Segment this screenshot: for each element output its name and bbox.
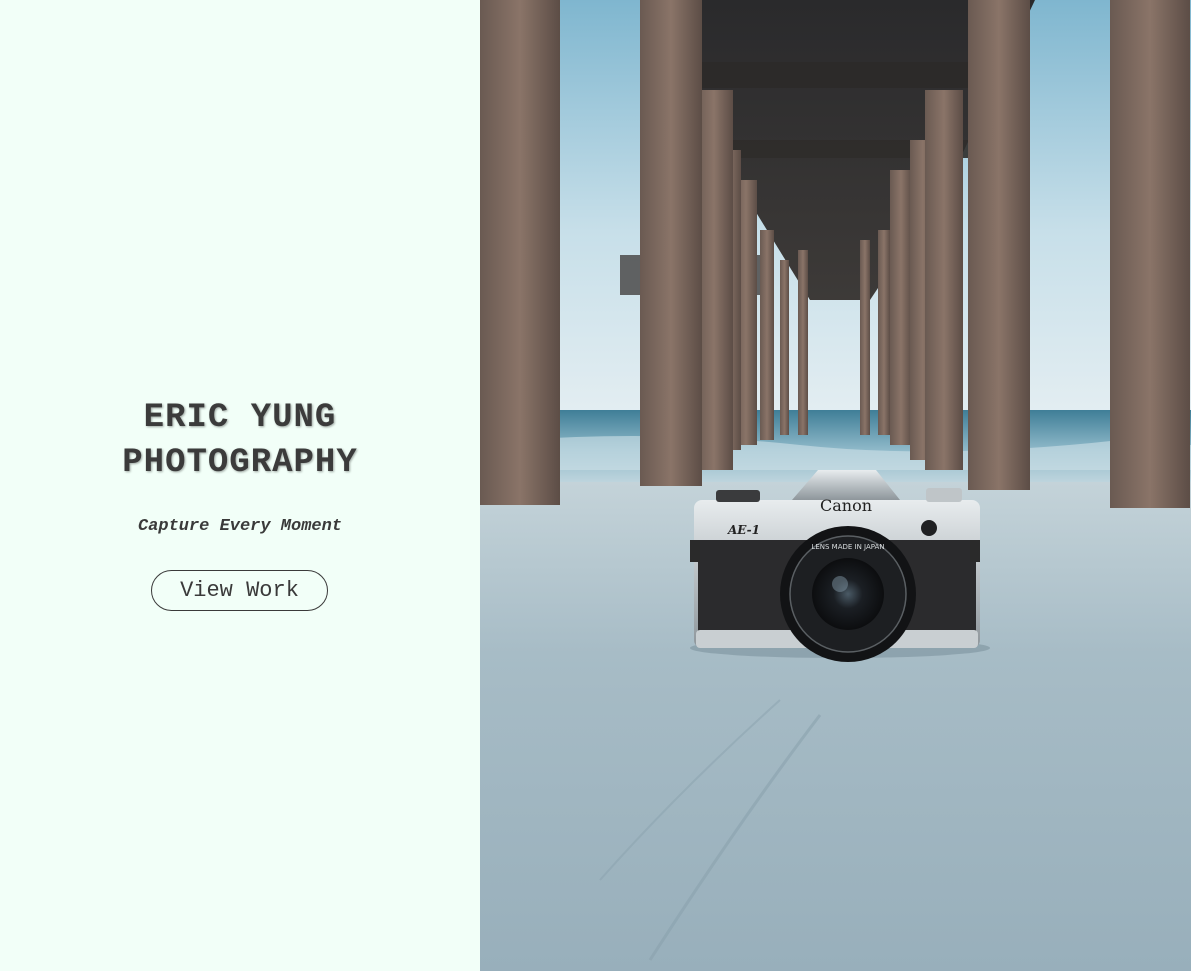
pier-pile bbox=[1110, 0, 1190, 508]
pier-pile bbox=[640, 0, 702, 486]
pier-pile bbox=[480, 0, 560, 505]
view-work-button[interactable]: View Work bbox=[151, 570, 328, 611]
tagline: Capture Every Moment bbox=[137, 517, 343, 536]
lens-text: LENS MADE IN JAPAN bbox=[811, 543, 884, 551]
camera: Canon AE-1 LENS MADE IN JAPAN bbox=[690, 470, 980, 662]
site-title: ERIC YUNG PHOTOGRAPHY bbox=[0, 396, 480, 486]
camera-model: AE-1 bbox=[727, 523, 760, 537]
site-title-line-1: ERIC YUNG bbox=[143, 399, 337, 437]
site-title-line-2: PHOTOGRAPHY bbox=[122, 444, 358, 482]
hero-photo: Canon AE-1 LENS MADE IN JAPAN bbox=[480, 0, 1191, 971]
hero-panel: ERIC YUNG PHOTOGRAPHY Capture Every Mome… bbox=[0, 0, 480, 971]
pier-pile bbox=[968, 0, 1030, 490]
camera-brand: Canon bbox=[820, 496, 872, 515]
